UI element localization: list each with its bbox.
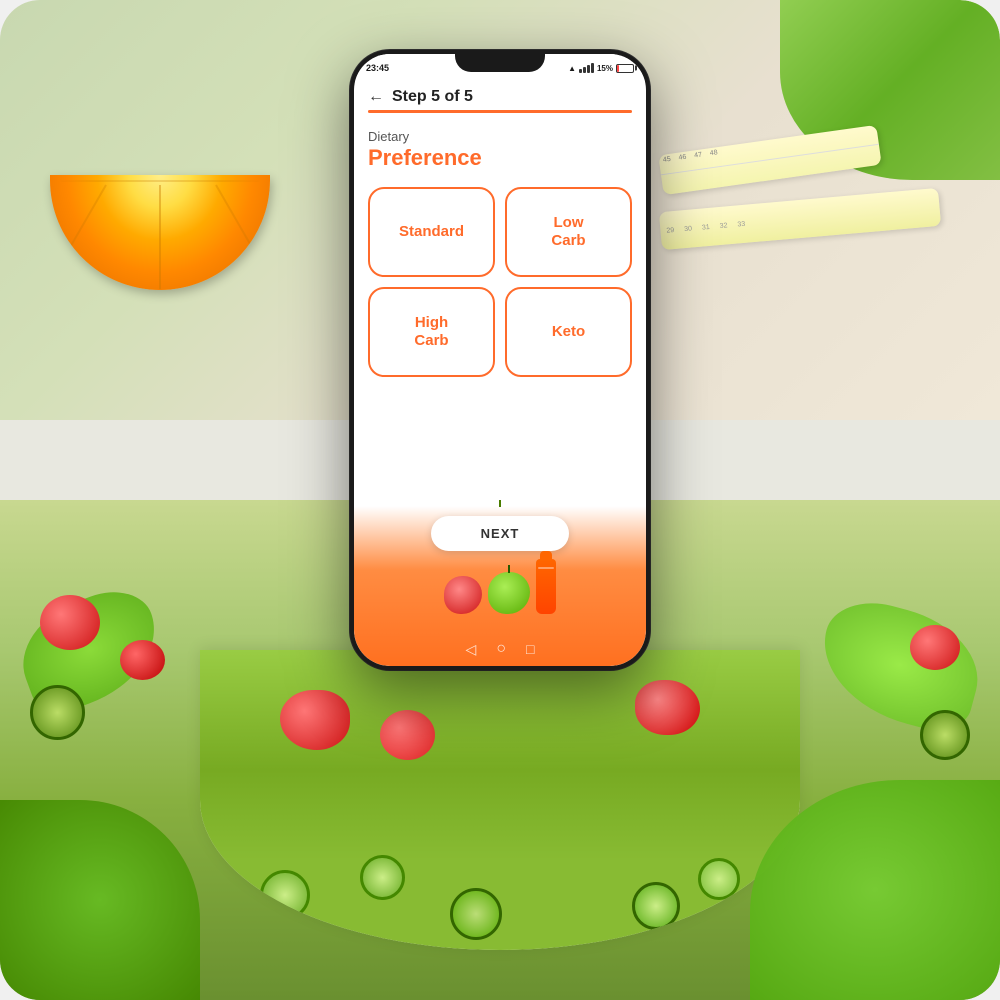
dietary-title: Preference	[368, 145, 632, 171]
water-bottle-icon	[536, 559, 556, 614]
apple-green-icon	[488, 572, 530, 614]
option-high-carb[interactable]: High Carb	[368, 287, 495, 377]
back-button[interactable]: ←	[368, 88, 384, 106]
options-grid: Standard Low Carb High Carb Keto	[368, 187, 632, 377]
nav-recents-icon[interactable]: □	[526, 641, 534, 657]
app-header: ← Step 5 of 5	[354, 82, 646, 110]
battery-icon	[616, 64, 634, 73]
app-content: Dietary Preference Standard Low Carb Hig…	[354, 113, 646, 377]
step-label: Step 5 of 5	[392, 88, 473, 106]
fruit-illustration	[444, 559, 556, 614]
phone-nav-bar: ◁ ○ □	[466, 640, 535, 658]
option-keto[interactable]: Keto	[505, 287, 632, 377]
nav-back-icon[interactable]: ◁	[466, 641, 477, 658]
option-low-carb[interactable]: Low Carb	[505, 187, 632, 277]
phone: 23:45 ▲ 15%	[350, 50, 650, 670]
battery-percent: 15%	[597, 64, 613, 73]
apple-red-icon	[444, 576, 482, 614]
battery-fill	[617, 65, 619, 72]
option-standard[interactable]: Standard	[368, 187, 495, 277]
phone-notch	[455, 50, 545, 72]
status-icons: ▲ 15%	[568, 63, 634, 73]
dietary-subtitle: Dietary	[368, 129, 632, 145]
wifi-icon: ▲	[568, 64, 576, 73]
background-scene: 45 46 47 48 29 30 31 32 33	[0, 0, 1000, 1000]
signal-icon	[579, 63, 594, 73]
nav-home-icon[interactable]: ○	[496, 640, 506, 658]
next-button[interactable]: NEXT	[431, 516, 570, 551]
status-time: 23:45	[366, 63, 389, 73]
